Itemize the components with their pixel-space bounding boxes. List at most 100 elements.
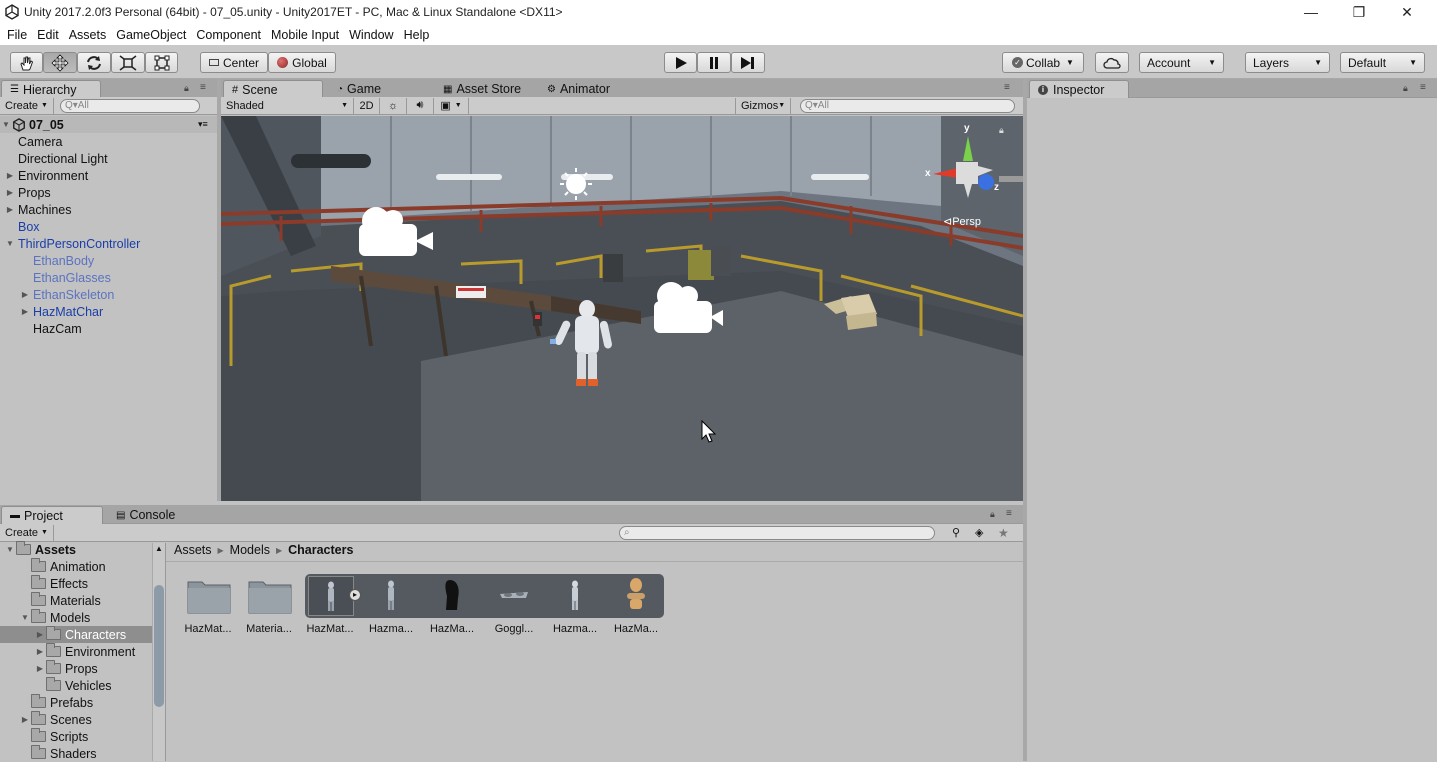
hierarchy-item[interactable]: Camera [0, 133, 62, 150]
expand-arrow-icon[interactable]: ▶ [4, 188, 16, 197]
tab-project[interactable]: ▬ Project [1, 506, 103, 524]
hierarchy-item[interactable]: ▶ Machines [0, 201, 72, 218]
layers-dropdown[interactable]: Layers ▼ [1245, 52, 1330, 73]
menu-edit[interactable]: Edit [32, 28, 64, 42]
asset-avatar-icon[interactable] [614, 576, 662, 616]
menu-file[interactable]: File [2, 28, 32, 42]
expand-arrow-icon[interactable]: ▼ [19, 613, 31, 622]
expand-arrow-icon[interactable]: ▶ [19, 290, 31, 299]
expand-arrow-icon[interactable]: ▶ [4, 205, 16, 214]
asset-mesh-figure-icon[interactable] [553, 576, 601, 616]
expand-arrow-icon[interactable]: ▼ [4, 239, 16, 248]
hierarchy-item[interactable]: HazCam [0, 320, 82, 337]
expand-arrow-icon[interactable]: ▶ [4, 171, 16, 180]
expand-arrow-icon[interactable]: ▶ [34, 630, 46, 639]
space-global-toggle[interactable]: Global [268, 52, 336, 73]
hierarchy-create-button[interactable]: Create ▼ [0, 97, 54, 114]
filter-by-label-icon[interactable]: ◈ [975, 526, 983, 539]
expand-arrow-icon[interactable]: ▼ [4, 545, 16, 554]
breadcrumb-assets[interactable]: Assets [174, 543, 212, 557]
pivot-center-toggle[interactable]: Center [200, 52, 268, 73]
menu-gameobject[interactable]: GameObject [111, 28, 191, 42]
project-folder-item[interactable]: ▶ Scenes [0, 711, 152, 728]
expand-arrow-icon[interactable]: ▼ [0, 120, 12, 129]
asset-mesh-shape-icon[interactable] [430, 576, 478, 616]
hierarchy-item[interactable]: ▶ HazMatChar [0, 303, 103, 320]
panel-menu-icon[interactable]: ≡ [200, 82, 206, 93]
hierarchy-item[interactable]: ▼ ThirdPersonController [0, 235, 140, 252]
hand-tool-button[interactable] [10, 52, 43, 73]
layout-dropdown[interactable]: Default ▼ [1340, 52, 1425, 73]
close-button[interactable]: ✕ [1384, 0, 1430, 24]
2d-toggle[interactable]: 2D [354, 97, 380, 114]
panel-menu-icon[interactable]: ≡ [1006, 508, 1012, 519]
project-folder-item[interactable]: ▶ Environment [0, 643, 152, 660]
lighting-toggle[interactable]: ☼ [380, 97, 407, 114]
persp-label[interactable]: ⊲Persp [943, 215, 981, 228]
scale-tool-button[interactable] [111, 52, 145, 73]
expand-subassets-icon[interactable]: ▸ [349, 589, 361, 601]
lock-icon[interactable]: 🔒︎ [184, 83, 189, 94]
scrollbar-thumb[interactable] [154, 585, 164, 707]
tab-inspector[interactable]: i Inspector [1029, 80, 1129, 98]
menu-help[interactable]: Help [399, 28, 435, 42]
hierarchy-item[interactable]: EthanBody [0, 252, 94, 269]
asset-goggles-icon[interactable] [492, 576, 540, 616]
hierarchy-item[interactable]: Box [0, 218, 40, 235]
effects-dropdown[interactable]: ▣ ▼ [434, 97, 469, 114]
gizmos-dropdown[interactable]: Gizmos ▼ [735, 97, 791, 114]
pause-button[interactable] [697, 52, 731, 73]
project-folder-item[interactable]: Effects [0, 575, 152, 592]
asset-model-selected[interactable] [308, 576, 354, 616]
scene-render[interactable] [221, 116, 1023, 501]
tab-hierarchy[interactable]: ☰ Hierarchy [1, 80, 101, 98]
hierarchy-item[interactable]: ▶ Environment [0, 167, 88, 184]
favorite-star-icon[interactable]: ★ [998, 526, 1009, 540]
tab-scene[interactable]: # Scene [223, 80, 323, 98]
scene-view[interactable]: y x z ⊲Persp 🔒︎ [221, 116, 1023, 501]
hierarchy-item[interactable]: Directional Light [0, 150, 108, 167]
rotate-tool-button[interactable] [77, 52, 111, 73]
play-button[interactable] [664, 52, 697, 73]
project-folder-item[interactable]: Materials [0, 592, 152, 609]
scroll-up-icon[interactable]: ▲ [155, 544, 163, 553]
cloud-button[interactable] [1095, 52, 1129, 73]
lock-icon[interactable]: 🔒︎ [990, 509, 995, 520]
project-folder-item[interactable]: Vehicles [0, 677, 152, 694]
menu-mobile-input[interactable]: Mobile Input [266, 28, 344, 42]
rect-tool-button[interactable] [145, 52, 178, 73]
lock-icon[interactable]: 🔒︎ [1403, 83, 1408, 94]
project-folder-item[interactable]: ▼ Models [0, 609, 152, 626]
step-button[interactable] [731, 52, 765, 73]
asset-folder-icon[interactable] [247, 576, 295, 616]
project-folder-item[interactable]: ▶ Characters [0, 626, 152, 643]
account-dropdown[interactable]: Account ▼ [1139, 52, 1224, 73]
move-tool-button[interactable] [43, 52, 77, 73]
menu-component[interactable]: Component [191, 28, 266, 42]
project-folder-item[interactable]: ▶ Props [0, 660, 152, 677]
panel-menu-icon[interactable]: ≡ [1004, 82, 1010, 93]
tree-scrollbar[interactable]: ▲ [152, 543, 166, 761]
collab-dropdown[interactable]: ✓ Collab ▼ [1002, 52, 1084, 73]
hierarchy-item[interactable]: EthanGlasses [0, 269, 111, 286]
filter-by-type-icon[interactable]: ⚲ [952, 526, 960, 539]
tab-console[interactable]: ▤ Console [108, 506, 183, 524]
lock-icon[interactable]: 🔒︎ [999, 125, 1004, 136]
hierarchy-search-input[interactable]: Q▾All [59, 98, 200, 113]
scene-search-input[interactable]: Q▾All [800, 98, 1015, 113]
expand-arrow-icon[interactable]: ▶ [34, 647, 46, 656]
project-folder-item[interactable]: Animation [0, 558, 152, 575]
panel-menu-icon[interactable]: ≡ [1420, 82, 1426, 93]
expand-arrow-icon[interactable]: ▶ [19, 307, 31, 316]
asset-folder-icon[interactable] [186, 576, 234, 616]
tab-game[interactable]: ◔ Game [329, 80, 389, 98]
project-search-input[interactable]: ⌕ [619, 525, 935, 540]
expand-arrow-icon[interactable]: ▶ [34, 664, 46, 673]
project-create-button[interactable]: Create ▼ [0, 524, 54, 541]
expand-arrow-icon[interactable]: ▶ [19, 715, 31, 724]
project-folder-item[interactable]: Scripts [0, 728, 152, 745]
tab-asset-store[interactable]: ▦ Asset Store [435, 80, 529, 98]
breadcrumb-characters[interactable]: Characters [288, 543, 353, 557]
project-folder-item[interactable]: Prefabs [0, 694, 152, 711]
hierarchy-item[interactable]: ▶ Props [0, 184, 51, 201]
